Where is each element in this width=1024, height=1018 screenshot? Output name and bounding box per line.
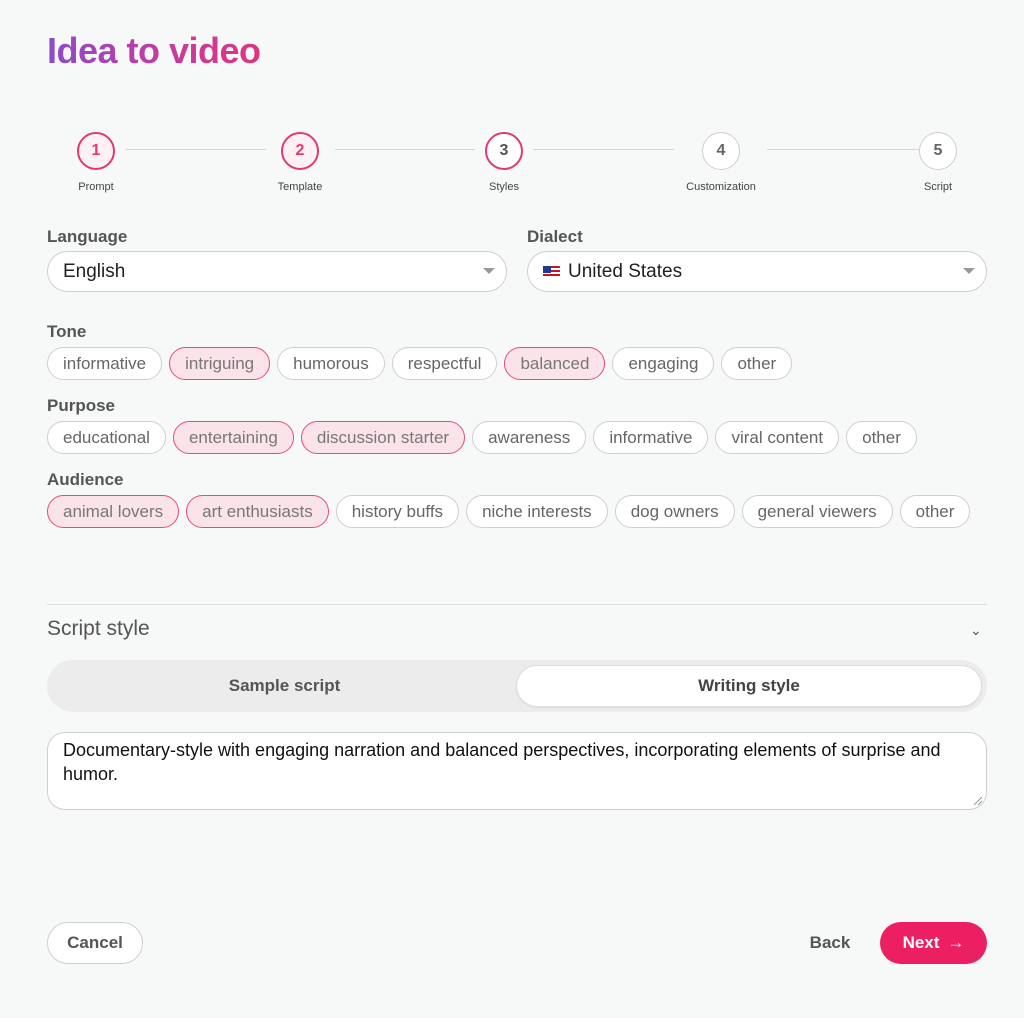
next-button[interactable]: Next →	[880, 922, 987, 964]
resize-handle[interactable]	[974, 797, 982, 805]
tab-writing-style[interactable]: Writing style	[516, 665, 982, 707]
writing-style-textarea[interactable]: Documentary-style with engaging narratio…	[47, 732, 987, 810]
divider	[47, 604, 987, 605]
step-number: 4	[702, 132, 740, 170]
step-customization[interactable]: 4 Customization	[661, 132, 781, 193]
purpose-chip[interactable]: entertaining	[172, 421, 294, 454]
audience-chips: animal lovers art enthusiasts history buff…	[47, 495, 987, 528]
step-label: Prompt	[78, 181, 114, 193]
step-label: Template	[277, 181, 323, 193]
script-style-title[interactable]: Script style	[47, 617, 150, 641]
step-label: Script	[923, 181, 953, 193]
step-script[interactable]: 5 Script	[878, 132, 998, 193]
audience-chip[interactable]: niche interests	[466, 495, 608, 528]
step-label: Customization	[686, 181, 756, 193]
tone-chip[interactable]: engaging	[612, 347, 715, 380]
us-flag-icon	[543, 265, 560, 278]
purpose-chip[interactable]: discussion starter	[300, 421, 466, 454]
tab-sample-script[interactable]: Sample script	[52, 665, 517, 707]
audience-chip[interactable]: art enthusiasts	[186, 495, 329, 528]
chevron-down-icon[interactable]: ⌄	[970, 622, 982, 639]
step-number: 1	[77, 132, 115, 170]
purpose-chip[interactable]: other	[846, 421, 917, 454]
purpose-chip[interactable]: educational	[47, 421, 166, 454]
audience-chip[interactable]: dog owners	[614, 495, 735, 528]
audience-chip[interactable]: animal lovers	[47, 495, 180, 528]
next-label: Next	[902, 933, 940, 952]
dialect-label: Dialect	[527, 227, 583, 246]
dialect-select[interactable]: United States	[527, 251, 987, 292]
stepper: 1 Prompt 2 Template 3 Styles 4 Customiza…	[0, 132, 1024, 202]
tone-chip[interactable]: balanced	[504, 347, 606, 380]
audience-label: Audience	[47, 470, 124, 489]
tone-chip[interactable]: humorous	[277, 347, 385, 380]
language-label: Language	[47, 227, 128, 246]
purpose-chip[interactable]: informative	[593, 421, 709, 454]
purpose-chip[interactable]: viral content	[715, 421, 840, 454]
cancel-button[interactable]: Cancel	[47, 922, 143, 964]
purpose-label: Purpose	[47, 396, 116, 415]
tone-chip[interactable]: other	[721, 347, 793, 380]
tone-chips: informative intriguing humorous respectful b…	[47, 347, 987, 380]
step-number: 3	[485, 132, 523, 170]
caret-down-icon	[963, 268, 975, 274]
language-select[interactable]: English	[47, 251, 507, 292]
audience-chip[interactable]: general viewers	[741, 495, 893, 528]
tone-label: Tone	[47, 322, 87, 341]
step-styles[interactable]: 3 Styles	[444, 132, 564, 193]
caret-down-icon	[483, 268, 495, 274]
page-title: Idea to video	[47, 30, 261, 71]
purpose-chip[interactable]: awareness	[472, 421, 587, 454]
step-prompt[interactable]: 1 Prompt	[36, 132, 156, 193]
back-button[interactable]: Back	[800, 922, 860, 964]
dialect-value: United States	[568, 260, 683, 282]
writing-style-text: Documentary-style with engaging narratio…	[63, 740, 941, 784]
step-template[interactable]: 2 Template	[240, 132, 360, 193]
script-style-tabs: Sample script Writing style	[47, 660, 987, 712]
language-value: English	[63, 260, 126, 282]
step-label: Styles	[489, 181, 519, 193]
tone-chip[interactable]: intriguing	[169, 347, 271, 380]
tone-chip[interactable]: informative	[47, 347, 163, 380]
arrow-right-icon: →	[947, 933, 965, 952]
step-number: 5	[919, 132, 957, 170]
step-number: 2	[281, 132, 319, 170]
tone-chip[interactable]: respectful	[391, 347, 498, 380]
audience-chip[interactable]: history buffs	[335, 495, 460, 528]
purpose-chips: educational entertaining discussion starte…	[47, 421, 987, 454]
audience-chip[interactable]: other	[899, 495, 971, 528]
